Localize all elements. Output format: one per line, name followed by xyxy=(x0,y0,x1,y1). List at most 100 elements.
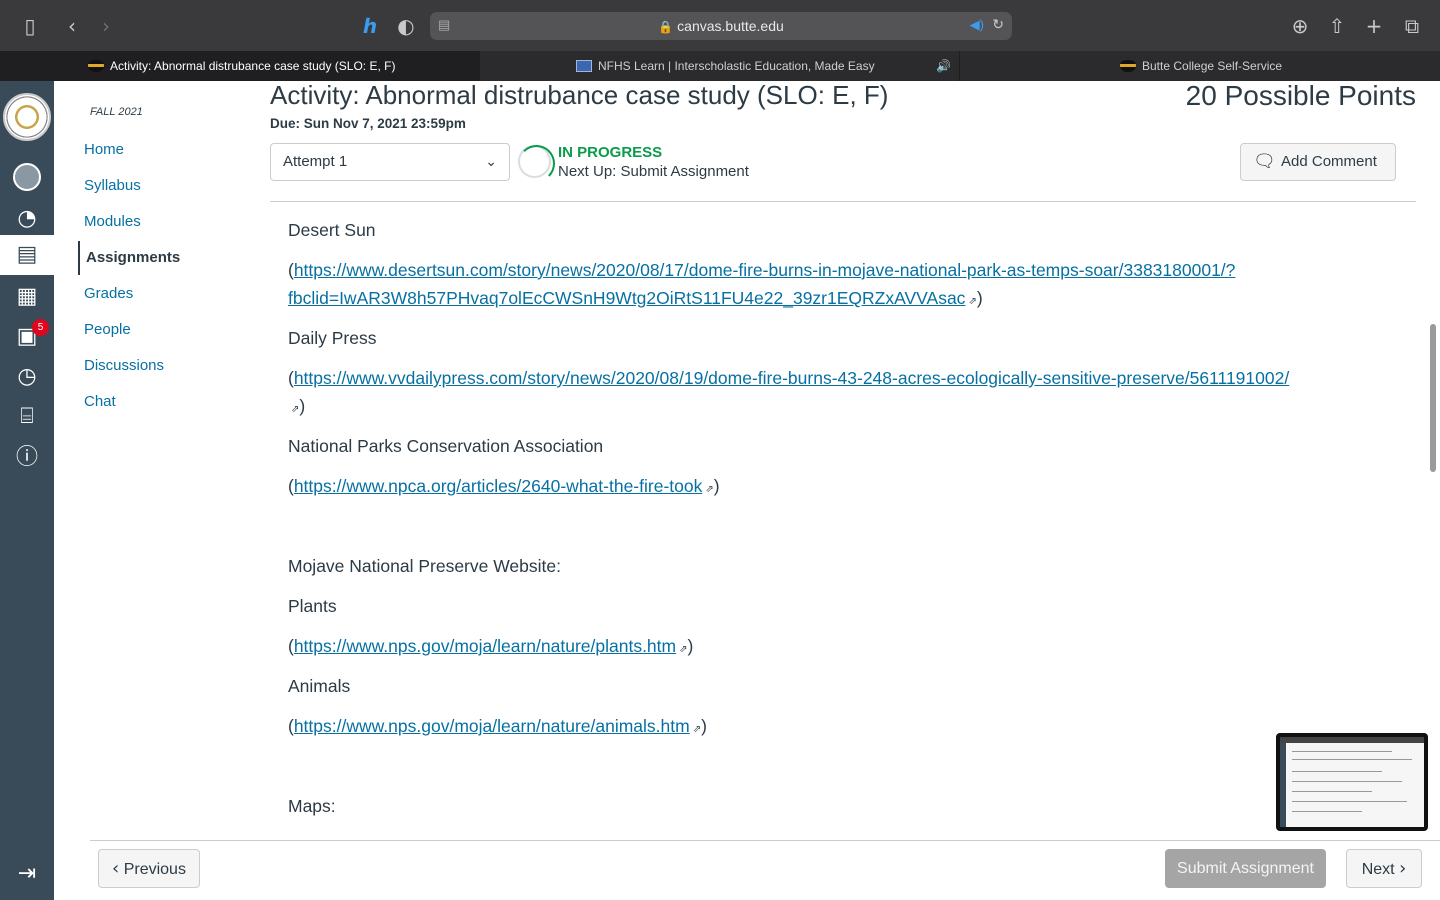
forward-icon[interactable]: › xyxy=(94,14,118,38)
external-link-icon: ⇗ xyxy=(705,484,714,495)
share-icon[interactable]: ⇧ xyxy=(1325,14,1349,38)
new-tab-icon[interactable]: + xyxy=(1362,14,1386,38)
course-nav-assignments[interactable]: Assignments xyxy=(78,241,180,275)
butte-favicon-icon xyxy=(88,60,104,72)
course-nav-grades[interactable]: Grades xyxy=(84,285,133,302)
plants-link[interactable]: https://www.nps.gov/moja/learn/nature/pl… xyxy=(294,636,676,656)
reload-icon[interactable]: ↻ xyxy=(992,16,1004,33)
thumb-line xyxy=(1292,751,1392,752)
browser-toolbar: ▯ ‹ › ℎ ◐ ▤ 🔒 canvas.butte.edu ◀︎) ↻ ⊕ ⇧ … xyxy=(0,0,1440,51)
nfhs-favicon-icon xyxy=(576,60,592,72)
audio-icon[interactable]: 🔊 xyxy=(936,51,951,81)
header-divider xyxy=(270,201,1416,202)
thumb-line xyxy=(1292,781,1402,782)
thumb-side xyxy=(1280,743,1286,827)
thumb-line xyxy=(1292,811,1362,812)
daily-press-link[interactable]: https://www.vvdailypress.com/story/news/… xyxy=(294,368,1289,388)
lock-icon: 🔒 xyxy=(658,20,674,34)
animals-link-block: (https://www.nps.gov/moja/learn/nature/a… xyxy=(288,716,707,736)
progress-ring-icon xyxy=(518,145,555,182)
courses-icon[interactable]: ▤ xyxy=(0,235,54,275)
previous-label: Previous xyxy=(123,861,186,878)
dashboard-icon[interactable]: ◔ xyxy=(0,199,54,239)
animals-link[interactable]: https://www.nps.gov/moja/learn/nature/an… xyxy=(294,716,690,736)
previous-button[interactable]: ‹ Previous xyxy=(98,849,200,888)
plants-label: Plants xyxy=(288,596,337,616)
daily-press-link-block: (https://www.vvdailypress.com/story/news… xyxy=(288,368,1290,416)
back-icon[interactable]: ‹ xyxy=(60,14,84,38)
due-date: Due: Sun Nov 7, 2021 23:59pm xyxy=(270,116,466,131)
avatar-icon xyxy=(13,163,41,191)
extension-icon[interactable]: ℎ xyxy=(358,14,382,38)
status-label: IN PROGRESS xyxy=(558,144,663,161)
thumb-line xyxy=(1292,801,1407,802)
source-desert-sun: Desert Sun xyxy=(288,220,376,240)
speaker-icon[interactable]: ◀︎) xyxy=(970,17,984,33)
link-text: fbclid=IwAR3W8h57PHvaq7olEcCWSnH9Wtg2OiR… xyxy=(288,288,966,308)
maps-heading: Maps: xyxy=(288,796,336,816)
course-nav-home[interactable]: Home xyxy=(84,141,124,158)
history-icon[interactable]: ◷ xyxy=(0,357,54,397)
account-avatar[interactable] xyxy=(0,157,54,197)
animals-label: Animals xyxy=(288,676,351,696)
tab-label: NFHS Learn | Interscholastic Education, … xyxy=(598,59,875,73)
download-icon[interactable]: ⊕ xyxy=(1288,14,1312,38)
tab-nfhs[interactable]: NFHS Learn | Interscholastic Education, … xyxy=(480,51,960,81)
screenshot-thumbnail[interactable] xyxy=(1276,733,1428,831)
course-nav-people[interactable]: People xyxy=(84,321,131,338)
attempt-select[interactable]: Attempt 1 ⌄ xyxy=(270,143,510,181)
thumb-bar xyxy=(1280,737,1424,743)
desert-sun-link-block: (https://www.desertsun.com/story/news/20… xyxy=(288,260,1236,308)
tab-overview-icon[interactable]: ⧉ xyxy=(1400,14,1424,38)
course-nav: FALL 2021 Home Syllabus Modules Assignme… xyxy=(54,81,264,900)
source-npca: National Parks Conservation Association xyxy=(288,436,604,456)
collapse-nav-icon[interactable]: ⇥ xyxy=(0,861,54,886)
thumb-line xyxy=(1292,791,1372,792)
url-text: canvas.butte.edu xyxy=(677,18,784,34)
term-label: FALL 2021 xyxy=(90,106,143,118)
add-comment-button[interactable]: 🗨 Add Comment xyxy=(1240,143,1396,181)
tab-activity[interactable]: Activity: Abnormal distrubance case stud… xyxy=(0,51,480,81)
course-nav-syllabus[interactable]: Syllabus xyxy=(84,177,141,194)
tab-self-service[interactable]: Butte College Self-Service xyxy=(960,51,1440,81)
possible-points: 20 Possible Points xyxy=(1185,80,1416,111)
next-label: Next xyxy=(1361,861,1395,878)
mojave-heading: Mojave National Preserve Website: xyxy=(288,556,561,576)
add-comment-label: Add Comment xyxy=(1281,153,1377,170)
inbox-icon[interactable]: ▣ 5 xyxy=(0,317,54,357)
next-up-label: Next Up: Submit Assignment xyxy=(558,163,749,180)
link-text: https://www.desertsun.com/story/news/202… xyxy=(293,260,1236,280)
next-button[interactable]: Next › xyxy=(1346,849,1422,888)
calendar-icon[interactable]: ▦ xyxy=(0,277,54,317)
address-bar[interactable]: ▤ 🔒 canvas.butte.edu ◀︎) ↻ xyxy=(430,12,1012,40)
thumbnail-preview xyxy=(1280,737,1424,827)
sidebar-toggle-icon[interactable]: ▯ xyxy=(18,14,42,38)
course-nav-chat[interactable]: Chat xyxy=(84,393,116,410)
tab-bar: Activity: Abnormal distrubance case stud… xyxy=(0,51,1440,81)
tab-label: Activity: Abnormal distrubance case stud… xyxy=(110,59,396,73)
external-link-icon: ⇗ xyxy=(968,296,977,307)
plants-link-block: (https://www.nps.gov/moja/learn/nature/p… xyxy=(288,636,694,656)
inbox-badge: 5 xyxy=(32,319,49,336)
butte-college-logo[interactable] xyxy=(3,93,51,141)
assignment-title: Activity: Abnormal distrubance case stud… xyxy=(270,80,889,110)
external-link-icon: ⇗ xyxy=(679,644,688,655)
content-scrollbar[interactable] xyxy=(1430,324,1436,472)
footer-divider xyxy=(90,840,1440,841)
desert-sun-link[interactable]: https://www.desertsun.com/story/news/202… xyxy=(288,260,1235,308)
assignment-content: Desert Sun (https://www.desertsun.com/st… xyxy=(288,208,1418,840)
comment-icon: 🗨 xyxy=(1253,151,1276,172)
thumb-line xyxy=(1292,759,1412,760)
help-icon[interactable]: ⓘ xyxy=(0,438,54,478)
npca-link[interactable]: https://www.npca.org/articles/2640-what-… xyxy=(294,476,703,496)
shield-icon[interactable]: ◐ xyxy=(394,14,418,38)
submit-assignment-button[interactable]: Submit Assignment xyxy=(1165,849,1326,888)
external-link-icon: ⇗ xyxy=(291,404,300,415)
chevron-right-icon: › xyxy=(1399,858,1407,879)
butte-favicon-icon xyxy=(1120,60,1136,72)
course-nav-modules[interactable]: Modules xyxy=(84,213,141,230)
source-daily-press: Daily Press xyxy=(288,328,377,348)
global-nav: ◔ ▤ ▦ ▣ 5 ◷ ⌸ ⓘ ⇥ xyxy=(0,81,54,900)
studio-icon[interactable]: ⌸ xyxy=(0,397,54,437)
course-nav-discussions[interactable]: Discussions xyxy=(84,357,164,374)
